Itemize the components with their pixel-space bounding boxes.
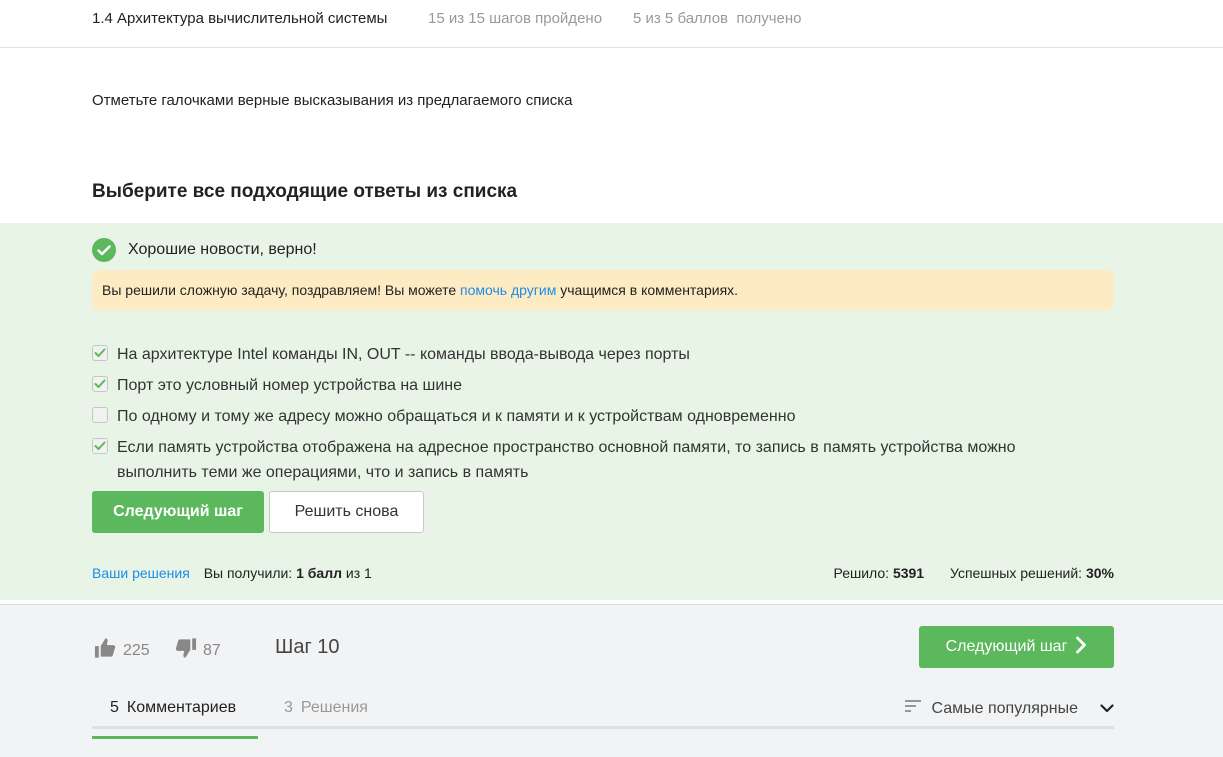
success-label: Успешных решений: <box>949 565 1083 581</box>
tab-label: Комментариев <box>126 699 237 716</box>
checkbox-checked-icon[interactable] <box>92 345 108 361</box>
chevron-right-icon <box>1075 634 1087 660</box>
notice-text-suffix: учащимся в комментариях. <box>556 282 739 298</box>
footer-next-step-label: Следующий шаг <box>945 638 1068 655</box>
dislike-button[interactable]: 87 <box>174 637 221 664</box>
checkbox-unchecked-icon[interactable] <box>92 407 108 423</box>
answer-option-text: На архитектуре Intel команды IN, OUT -- … <box>117 346 690 363</box>
score-prefix: Вы получили: <box>203 565 293 581</box>
correct-message: Хорошие новости, верно! <box>128 241 317 258</box>
congrats-notice: Вы решили сложную задачу, поздравляем! В… <box>92 270 1114 311</box>
answer-option-text: Порт это условный номер устройства на ши… <box>117 377 463 394</box>
chevron-down-icon <box>1100 700 1114 718</box>
step-instruction: Отметьте галочками верные высказывания и… <box>92 92 573 109</box>
solved-count: 5391 <box>892 565 925 581</box>
answer-option[interactable]: По одному и тому же адресу можно обращат… <box>92 404 1092 429</box>
dislike-count: 87 <box>203 641 221 659</box>
notice-text-prefix: Вы решили сложную задачу, поздравляем! В… <box>102 282 461 298</box>
check-circle-icon <box>92 238 116 262</box>
answer-option[interactable]: На архитектуре Intel команды IN, OUT -- … <box>92 342 1092 367</box>
tab-solutions[interactable]: 3 Решения <box>284 699 368 717</box>
sort-lines-icon <box>904 699 922 718</box>
thumbs-up-icon <box>94 637 117 664</box>
lesson-header: 1.4 Архитектура вычислительной системы 1… <box>0 0 1223 48</box>
your-solutions-link[interactable]: Ваши решения <box>92 565 190 581</box>
score-suffix: из 1 <box>345 565 372 581</box>
result-panel: Хорошие новости, верно! Вы решили сложну… <box>0 223 1223 600</box>
answer-options: На архитектуре Intel команды IN, OUT -- … <box>92 342 1092 491</box>
score-value: 1 балл <box>296 565 342 581</box>
answer-option[interactable]: Если память устройства отображена на адр… <box>92 435 1092 485</box>
next-step-button[interactable]: Следующий шаг <box>92 491 264 533</box>
like-button[interactable]: 225 <box>94 637 150 664</box>
steps-progress: 15 из 15 шагов пройдено <box>428 10 603 27</box>
solution-stats: Ваши решения Вы получили: 1 балл из 1 Ре… <box>92 565 1114 581</box>
points-progress: 5 из 5 баллов получено <box>633 10 802 27</box>
checkbox-checked-icon[interactable] <box>92 376 108 392</box>
tab-label: Решения <box>300 699 368 716</box>
question-title: Выберите все подходящие ответы из списка <box>92 181 518 202</box>
discussion-tabs: 5 Комментариев 3 Решения Самые популярные <box>92 689 1114 739</box>
correct-message-row: Хорошие новости, верно! <box>92 238 317 262</box>
thumbs-down-icon <box>174 637 197 664</box>
success-rate: 30% <box>1085 565 1114 581</box>
tab-comments[interactable]: 5 Комментариев <box>92 699 258 739</box>
help-others-link[interactable]: помочь другим <box>460 282 556 298</box>
checkbox-checked-icon[interactable] <box>92 438 108 454</box>
step-footer: 225 87 Шаг 10 Следующий шаг 5 Комментарие… <box>0 604 1223 757</box>
answer-option-text: По одному и тому же адресу можно обращат… <box>117 408 796 425</box>
global-stats: Решило: 5391 Успешных решений: 30% <box>833 565 1114 581</box>
answer-option-text: Если память устройства отображена на адр… <box>117 439 1016 481</box>
footer-next-step-button[interactable]: Следующий шаг <box>919 626 1114 668</box>
step-number: Шаг 10 <box>275 636 340 658</box>
answer-option[interactable]: Порт это условный номер устройства на ши… <box>92 373 1092 398</box>
tab-count: 3 <box>284 699 293 716</box>
sort-dropdown[interactable]: Самые популярные <box>904 699 1114 718</box>
solved-label: Решило: <box>833 565 890 581</box>
sort-label: Самые популярные <box>931 699 1078 717</box>
tab-count: 5 <box>110 699 119 716</box>
lesson-title[interactable]: 1.4 Архитектура вычислительной системы <box>92 10 387 27</box>
solve-again-button[interactable]: Решить снова <box>269 491 424 533</box>
like-count: 225 <box>123 641 150 659</box>
